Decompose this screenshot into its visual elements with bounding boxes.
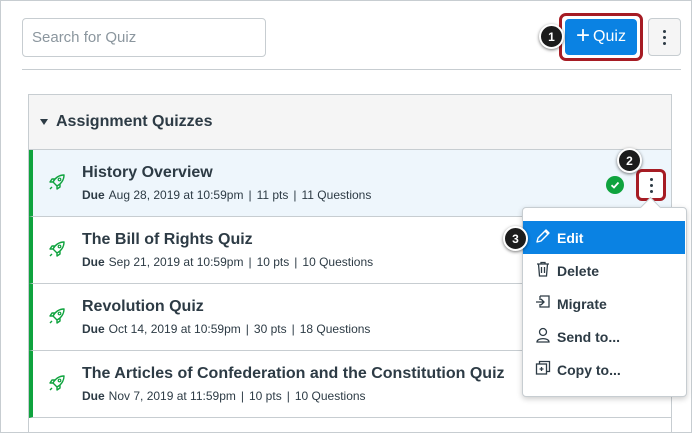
quiz-meta: Due Sep 21, 2019 at 10:59pm | 10 pts | 10 Que…: [82, 255, 374, 269]
quiz-title[interactable]: History Overview: [82, 164, 213, 182]
copy-icon: [534, 359, 552, 380]
rocket-icon: [47, 373, 67, 398]
quiz-title[interactable]: The Bill of Rights Quiz: [82, 231, 253, 249]
kebab-icon: [663, 29, 666, 45]
header-divider: [22, 69, 681, 70]
pencil-icon: [534, 227, 552, 248]
quizzes-page: + Quiz Assignment Quizzes History Overvi…: [0, 0, 692, 433]
rocket-icon: [47, 306, 67, 331]
plus-icon: +: [576, 22, 591, 49]
add-quiz-button[interactable]: + Quiz: [565, 19, 637, 55]
menu-item-label: Send to...: [557, 328, 620, 345]
search-box[interactable]: [22, 18, 266, 57]
menu-item-migrate[interactable]: Migrate: [523, 287, 686, 320]
menu-item-send-to[interactable]: Send to...: [523, 320, 686, 353]
quiz-meta: Due Oct 14, 2019 at 10:59pm | 30 pts | 18 Que…: [82, 322, 371, 336]
menu-item-delete[interactable]: Delete: [523, 254, 686, 287]
quiz-meta: Due Aug 28, 2019 at 10:59pm | 11 pts | 11 Que…: [82, 188, 372, 202]
user-icon: [534, 326, 552, 347]
menu-item-label: Edit: [557, 229, 584, 246]
migrate-icon: [534, 293, 552, 314]
quiz-options-menu: Edit Delete Migrate Send to... Copy to..…: [522, 207, 687, 397]
menu-item-label: Migrate: [557, 295, 607, 312]
menu-item-label: Delete: [557, 262, 600, 279]
quiz-title[interactable]: Revolution Quiz: [82, 298, 204, 316]
more-options-button[interactable]: [648, 18, 681, 56]
quiz-options-button[interactable]: [636, 169, 666, 201]
group-title: Assignment Quizzes: [56, 113, 213, 130]
quiz-meta: Due Nov 7, 2019 at 11:59pm | 10 pts | 10 Ques…: [82, 389, 366, 403]
menu-item-label: Copy to...: [557, 361, 621, 378]
quiz-title[interactable]: The Articles of Confederation and the Co…: [82, 365, 505, 383]
add-quiz-label: Quiz: [593, 28, 626, 45]
callout-badge-2: 2: [617, 148, 642, 173]
group-header[interactable]: Assignment Quizzes: [29, 95, 671, 150]
caret-down-icon: [40, 119, 48, 125]
published-check-icon[interactable]: [606, 176, 624, 194]
kebab-icon: [649, 177, 653, 193]
rocket-icon: [47, 172, 67, 197]
search-input[interactable]: [23, 19, 265, 56]
callout-badge-3: 3: [503, 226, 528, 251]
menu-item-copy-to[interactable]: Copy to...: [523, 353, 686, 386]
rocket-icon: [47, 239, 67, 264]
menu-item-edit[interactable]: Edit: [523, 221, 685, 254]
trash-icon: [534, 260, 552, 281]
callout-badge-1: 1: [539, 24, 564, 49]
